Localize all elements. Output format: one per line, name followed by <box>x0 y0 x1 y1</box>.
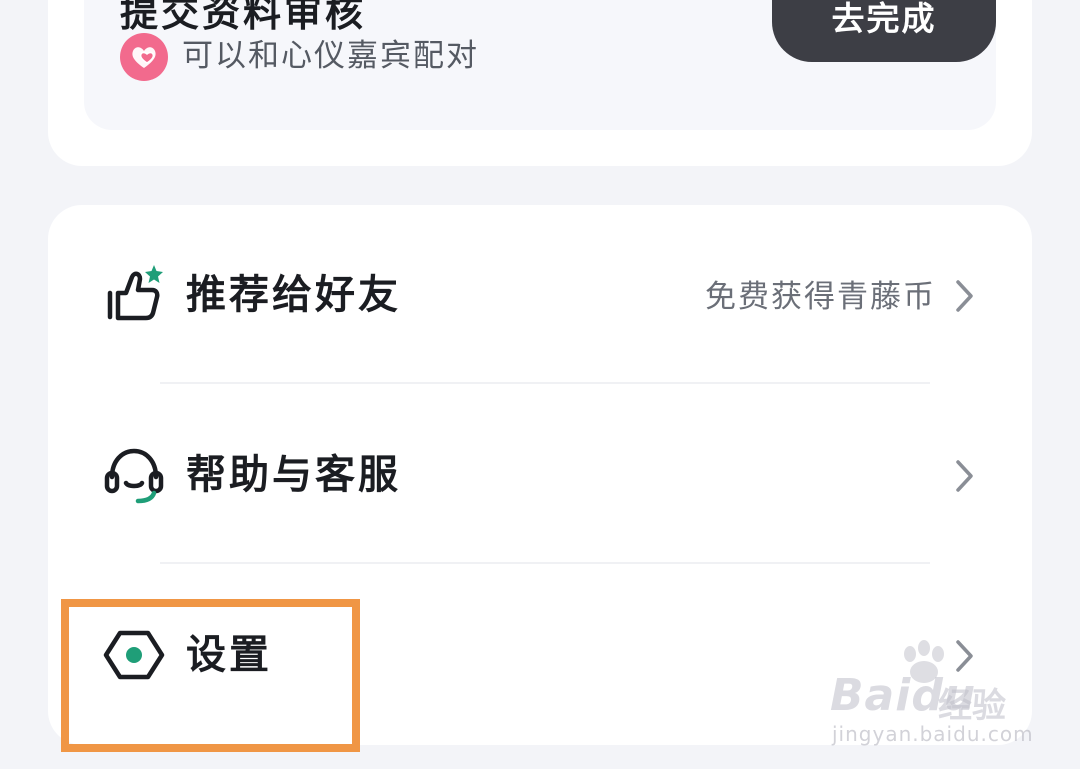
chevron-right-icon <box>956 280 973 312</box>
menu-item-label: 推荐给好友 <box>186 272 401 318</box>
task-panel: 提交资料审核 可以和心仪嘉宾配对 去完成 <box>84 0 996 130</box>
menu-item-label: 帮助与客服 <box>186 452 401 498</box>
divider <box>160 382 930 384</box>
headset-icon <box>104 448 164 504</box>
thumbs-up-sparkle-icon <box>107 265 163 321</box>
menu-item-recommend[interactable]: 推荐给好友 免费获得青藤币 <box>48 205 1032 383</box>
watermark-url: jingyan.baidu.com <box>832 722 1034 746</box>
heart-icon <box>120 33 168 81</box>
watermark: Baidu 经验 jingyan.baidu.com <box>826 640 1033 750</box>
go-complete-button[interactable]: 去完成 <box>772 0 996 62</box>
divider <box>160 562 930 564</box>
task-subtitle: 可以和心仪嘉宾配对 <box>182 38 479 74</box>
profile-task-card: 提交资料审核 可以和心仪嘉宾配对 去完成 <box>48 0 1032 166</box>
highlight-box <box>61 599 360 752</box>
chevron-right-icon <box>956 460 973 492</box>
watermark-brand-cn: 经验 <box>938 686 1006 726</box>
menu-item-hint: 免费获得青藤币 <box>705 279 936 315</box>
task-title: 提交资料审核 <box>120 0 367 35</box>
menu-item-help[interactable]: 帮助与客服 <box>48 385 1032 563</box>
